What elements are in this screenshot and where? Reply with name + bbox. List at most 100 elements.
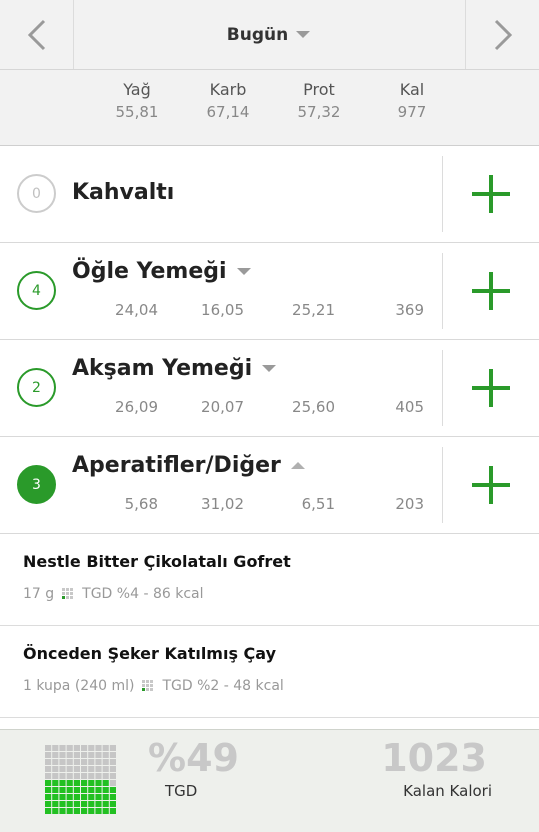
meal-name: Kahvaltı <box>72 180 174 205</box>
tgd-grid-cell <box>88 752 95 758</box>
meal-macros: 24,04 16,05 25,21 369 <box>100 301 430 321</box>
tgd-grid-cell <box>102 759 109 765</box>
tgd-grid-cell <box>102 801 109 807</box>
tgd-grid-cell <box>95 794 102 800</box>
add-food-button[interactable] <box>443 340 539 436</box>
meal-calories: 369 <box>395 301 424 319</box>
meal-fat: 24,04 <box>115 301 158 319</box>
food-tgd: TGD %4 - 86 kcal <box>82 586 204 602</box>
tgd-grid-cell <box>45 801 52 807</box>
tgd-grid-cell <box>45 808 52 814</box>
food-name: Nestle Bitter Çikolatalı Gofret <box>23 552 291 571</box>
meal-name-label: Akşam Yemeği <box>72 356 253 381</box>
meal-item-count-badge: 4 <box>17 271 56 310</box>
tgd-grid-cell <box>88 780 95 786</box>
tgd-grid-cell <box>59 787 66 793</box>
tgd-grid-cell <box>45 794 52 800</box>
tgd-grid-cell <box>81 766 88 772</box>
chevron-right-icon <box>494 19 512 50</box>
tgd-grid-cell <box>66 773 73 779</box>
collapse-arrow-icon[interactable] <box>236 268 251 275</box>
tgd-grid-cell <box>102 780 109 786</box>
meal-breakfast[interactable]: 0 Kahvaltı <box>0 146 539 243</box>
tgd-grid-cell <box>66 759 73 765</box>
tgd-grid-cell <box>95 745 102 751</box>
tgd-grid-cell <box>102 773 109 779</box>
tgd-grid-cell <box>73 752 80 758</box>
tgd-grid-cell <box>95 766 102 772</box>
meal-fat: 26,09 <box>115 398 158 416</box>
tgd-grid-cell <box>66 787 73 793</box>
tgd-grid-cell <box>45 766 52 772</box>
food-item[interactable]: Önceden Şeker Katılmış Çay 1 kupa (240 m… <box>0 626 539 718</box>
add-food-button[interactable] <box>443 146 539 242</box>
summary-protein-label: Prot <box>303 80 335 99</box>
tgd-grid-cell <box>73 759 80 765</box>
tgd-grid-cell <box>73 780 80 786</box>
tgd-grid-cell <box>52 766 59 772</box>
tgd-grid-cell <box>81 801 88 807</box>
collapse-arrow-icon[interactable] <box>262 365 277 372</box>
tgd-grid-cell <box>59 780 66 786</box>
food-item[interactable]: Nestle Bitter Çikolatalı Gofret 17 g TGD… <box>0 534 539 626</box>
meal-macros: 26,09 20,07 25,60 405 <box>100 398 430 418</box>
meal-calories: 203 <box>395 495 424 513</box>
tgd-grid-cell <box>88 745 95 751</box>
tgd-grid-cell <box>52 787 59 793</box>
meal-protein: 25,21 <box>292 301 335 319</box>
meal-name-label: Kahvaltı <box>72 180 175 205</box>
tgd-grid-cell <box>81 808 88 814</box>
tgd-grid-cell <box>73 794 80 800</box>
meal-calories: 405 <box>395 398 424 416</box>
tgd-grid-cell <box>81 780 88 786</box>
tgd-grid-cell <box>88 759 95 765</box>
tgd-grid-cell <box>109 766 116 772</box>
daily-summary: Yağ 55,81 Karb 67,14 Prot 57,32 Kal 977 <box>0 70 539 146</box>
tgd-grid-cell <box>73 808 80 814</box>
tgd-grid-cell <box>45 787 52 793</box>
add-food-button[interactable] <box>443 243 539 339</box>
food-amount: 1 kupa (240 ml) <box>23 678 135 694</box>
food-name: Önceden Şeker Katılmış Çay <box>23 644 277 663</box>
expand-arrow-icon[interactable] <box>290 462 305 469</box>
meal-dinner[interactable]: 2 Akşam Yemeği 26,09 20,07 25,60 405 <box>0 340 539 437</box>
meal-carb: 20,07 <box>201 398 244 416</box>
meal-item-count-badge: 2 <box>17 368 56 407</box>
meal-lunch[interactable]: 4 Öğle Yemeği 24,04 16,05 25,21 369 <box>0 243 539 340</box>
tgd-grid-cell <box>52 773 59 779</box>
food-details: 17 g TGD %4 - 86 kcal <box>23 586 204 602</box>
tgd-progress-grid <box>45 745 116 814</box>
tgd-grid-cell <box>45 773 52 779</box>
tgd-grid-cell <box>88 773 95 779</box>
next-day-button[interactable] <box>465 0 539 69</box>
tgd-grid-cell <box>88 794 95 800</box>
previous-day-button[interactable] <box>0 0 74 69</box>
tgd-grid-cell <box>109 759 116 765</box>
tgd-grid-cell <box>109 773 116 779</box>
meal-name: Aperatifler/Diğer <box>72 453 305 478</box>
tgd-grid-cell <box>45 752 52 758</box>
meal-macros: 5,68 31,02 6,51 203 <box>100 495 430 515</box>
tgd-grid-cell <box>81 787 88 793</box>
tgd-grid-cell <box>73 801 80 807</box>
tgd-grid-cell <box>88 801 95 807</box>
tgd-grid-cell <box>109 801 116 807</box>
tgd-grid-cell <box>81 745 88 751</box>
tgd-grid-cell <box>59 794 66 800</box>
add-food-button[interactable] <box>443 437 539 533</box>
meal-name-label: Aperatifler/Diğer <box>72 453 281 478</box>
meal-item-count-badge: 3 <box>17 465 56 504</box>
meal-snacks[interactable]: 3 Aperatifler/Diğer 5,68 31,02 6,51 203 <box>0 437 539 534</box>
tgd-grid-cell <box>102 745 109 751</box>
tgd-grid-cell <box>66 745 73 751</box>
food-details: 1 kupa (240 ml) TGD %2 - 48 kcal <box>23 678 284 694</box>
date-selector[interactable]: Bugün <box>74 0 463 69</box>
summary-fat-value: 55,81 <box>115 103 159 121</box>
tgd-grid-cell <box>88 808 95 814</box>
summary-fat-label: Yağ <box>123 80 151 99</box>
tgd-grid-cell <box>73 766 80 772</box>
tgd-grid-cell <box>59 773 66 779</box>
tgd-grid-cell <box>52 752 59 758</box>
remaining-calories-value: 1023 <box>381 736 487 780</box>
tgd-grid-cell <box>81 759 88 765</box>
